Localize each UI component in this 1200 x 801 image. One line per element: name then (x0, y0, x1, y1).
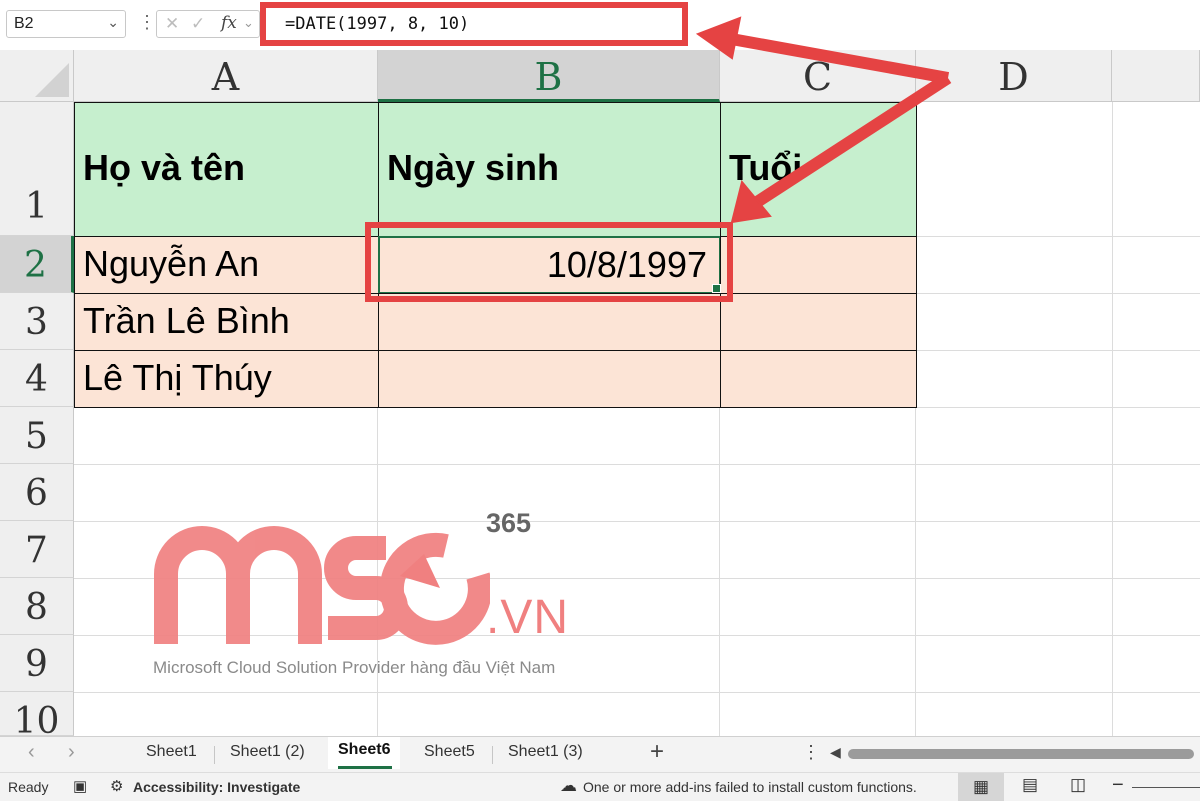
watermark-domain: .VN (486, 591, 570, 644)
page-layout-view-icon[interactable]: ▤ (1022, 775, 1038, 795)
watermark-365: 365 (486, 508, 532, 538)
add-sheet-icon[interactable]: + (650, 738, 664, 766)
zoom-slider[interactable] (1132, 787, 1200, 788)
next-sheet-icon[interactable]: › (68, 741, 75, 764)
zoom-out-icon[interactable]: − (1112, 774, 1124, 797)
logo-letter-m (154, 526, 322, 644)
tab-divider (214, 746, 215, 764)
tab-sheet1[interactable]: Sheet1 (146, 743, 197, 761)
status-bar: Ready ▣ ⚙ Accessibility: Investigate ☁ O… (0, 772, 1200, 801)
accessibility-icon[interactable]: ⚙ (110, 777, 123, 795)
status-text: Ready (8, 779, 49, 795)
watermark-tagline: Microsoft Cloud Solution Provider hàng đ… (153, 658, 556, 677)
accessibility-status[interactable]: Accessibility: Investigate (133, 779, 300, 795)
annotation-arrows (695, 16, 952, 224)
logo-letter-o (379, 532, 490, 645)
macro-recording-icon[interactable]: ▣ (73, 777, 87, 795)
page-break-view-icon[interactable]: ◫ (1070, 775, 1086, 795)
scroll-left-icon[interactable]: ◀ (830, 744, 841, 761)
normal-view-icon[interactable]: ▦ (958, 773, 1004, 801)
prev-sheet-icon[interactable]: ‹ (28, 741, 35, 764)
cloud-icon: ☁ (560, 776, 577, 795)
tab-sheet1-2[interactable]: Sheet1 (2) (230, 743, 305, 761)
active-tab-indicator (338, 766, 392, 769)
mso-watermark-logo (154, 526, 490, 645)
arrow-to-cell (750, 72, 952, 210)
more-options-icon[interactable]: ⋮ (802, 742, 820, 763)
arrow-head-formula (695, 16, 742, 60)
horizontal-scrollbar[interactable] (848, 749, 1194, 759)
addin-message: One or more add-ins failed to install cu… (583, 779, 917, 795)
arrow-to-formula (724, 32, 950, 84)
tab-divider (492, 746, 493, 764)
sheet-tab-bar: ‹ › Sheet1 Sheet1 (2) Sheet6 Sheet5 Shee… (0, 736, 1200, 773)
tab-sheet1-3[interactable]: Sheet1 (3) (508, 743, 583, 761)
tab-sheet6[interactable]: Sheet6 (328, 737, 401, 769)
tab-sheet5[interactable]: Sheet5 (424, 743, 475, 761)
